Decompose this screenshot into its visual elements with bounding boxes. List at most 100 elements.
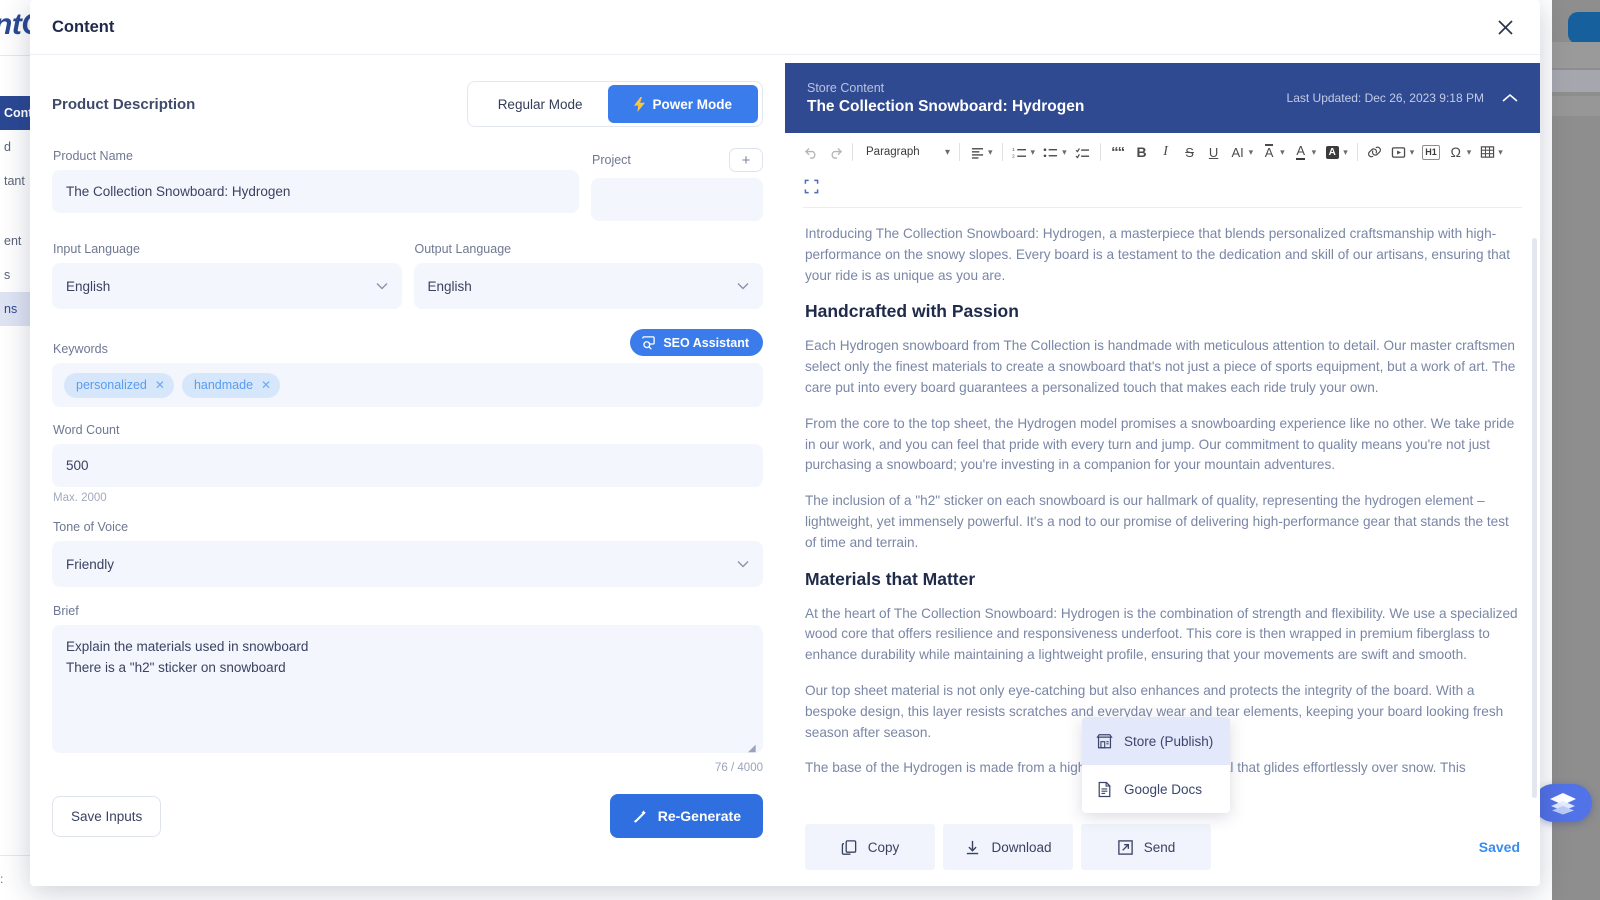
- copy-button[interactable]: Copy: [805, 824, 935, 870]
- font-family-icon[interactable]: A: [1257, 139, 1281, 165]
- word-count-label: Word Count: [53, 423, 120, 437]
- tone-of-voice-value: Friendly: [66, 556, 115, 572]
- font-family-caret-icon[interactable]: ▾: [1280, 147, 1289, 158]
- special-character-caret-icon[interactable]: ▾: [1467, 147, 1476, 158]
- regular-mode-button[interactable]: Regular Mode: [472, 85, 609, 123]
- project-field: Project +: [591, 148, 763, 221]
- ordered-list-icon[interactable]: 1 2: [1008, 139, 1032, 165]
- keywords-field: Keywords SEO Assistant personalized ✕ ha…: [52, 326, 763, 407]
- download-button[interactable]: Download: [943, 824, 1073, 870]
- product-name-input[interactable]: [52, 170, 579, 213]
- special-character-icon[interactable]: Ω: [1444, 139, 1468, 165]
- layers-fab-button[interactable]: [1534, 784, 1592, 822]
- chevron-down-icon: [376, 282, 388, 290]
- table-caret-icon[interactable]: ▾: [1498, 147, 1507, 158]
- keyword-chip[interactable]: personalized ✕: [64, 372, 174, 398]
- form-section-title: Product Description: [52, 95, 196, 113]
- media-icon[interactable]: [1387, 139, 1411, 165]
- table-icon[interactable]: [1475, 139, 1499, 165]
- output-language-value: English: [427, 278, 472, 294]
- chevron-up-icon[interactable]: [1502, 93, 1518, 103]
- form-actions: Save Inputs Re-Generate: [52, 794, 763, 838]
- todo-list-icon[interactable]: [1071, 139, 1095, 165]
- content-heading: Handcrafted with Passion: [805, 301, 1019, 322]
- keyword-chip[interactable]: handmade ✕: [181, 372, 281, 398]
- output-language-select[interactable]: English: [413, 263, 763, 309]
- power-mode-label: Power Mode: [652, 96, 732, 112]
- brief-field: Brief Explain the materials used in snow…: [52, 604, 763, 774]
- brief-textarea[interactable]: Explain the materials used in snowboard …: [52, 625, 763, 753]
- input-form-panel: Product Description Regular Mode Power M…: [30, 55, 785, 886]
- background-row-3: [1552, 96, 1600, 116]
- save-inputs-label: Save Inputs: [71, 808, 143, 824]
- link-icon[interactable]: [1363, 139, 1387, 165]
- page-title: Content: [52, 17, 115, 36]
- align-left-icon[interactable]: [965, 139, 989, 165]
- close-icon[interactable]: [1492, 14, 1518, 40]
- keyword-chip-label: personalized: [76, 378, 147, 392]
- product-name-field: Product Name: [52, 149, 579, 221]
- background-pill-button[interactable]: [1568, 12, 1600, 44]
- word-count-field: Word Count Max. 2000: [52, 423, 763, 504]
- project-input[interactable]: [591, 178, 763, 221]
- redo-icon[interactable]: [823, 139, 847, 165]
- tone-of-voice-select[interactable]: Friendly: [52, 541, 763, 587]
- block-format-select[interactable]: Paragraph ▾: [858, 139, 954, 165]
- input-language-select[interactable]: English: [52, 263, 402, 309]
- seo-search-icon: [641, 335, 656, 350]
- regenerate-button[interactable]: Re-Generate: [609, 794, 763, 838]
- fullscreen-icon[interactable]: [799, 173, 823, 199]
- remove-keyword-icon[interactable]: ✕: [261, 378, 271, 392]
- chevron-down-icon: ▾: [944, 146, 950, 158]
- brief-character-counter: 76 / 4000: [715, 762, 763, 774]
- background-color-icon[interactable]: A: [1320, 139, 1344, 165]
- blockquote-icon[interactable]: ““: [1106, 139, 1130, 165]
- bullet-list-caret-icon[interactable]: ▾: [1062, 147, 1071, 158]
- strikethrough-icon[interactable]: S: [1178, 139, 1202, 165]
- text-color-caret-icon[interactable]: ▾: [1312, 147, 1321, 158]
- text-color-icon[interactable]: A: [1289, 139, 1313, 165]
- keyword-chip-label: handmade: [193, 378, 254, 392]
- keywords-input-area[interactable]: personalized ✕ handmade ✕: [52, 363, 763, 407]
- background-color-caret-icon[interactable]: ▾: [1343, 147, 1352, 158]
- layers-icon: [1548, 791, 1578, 815]
- mode-toggle-group: Regular Mode Power Mode: [466, 81, 763, 127]
- word-count-input[interactable]: [52, 444, 763, 487]
- underline-icon[interactable]: U: [1202, 139, 1226, 165]
- font-size-icon[interactable]: AI: [1226, 139, 1250, 165]
- chevron-down-icon: [737, 282, 749, 290]
- document-title: The Collection Snowboard: Hydrogen: [807, 97, 1085, 115]
- content-paragraph: From the core to the top sheet, the Hydr…: [805, 415, 1515, 473]
- download-label: Download: [991, 839, 1052, 855]
- document-scrollbar[interactable]: [1532, 238, 1537, 798]
- save-inputs-button[interactable]: Save Inputs: [52, 795, 162, 837]
- italic-icon[interactable]: I: [1154, 139, 1178, 165]
- power-mode-button[interactable]: Power Mode: [608, 85, 758, 123]
- export-option-store[interactable]: Store (Publish): [1082, 717, 1230, 765]
- align-dropdown-caret-icon[interactable]: ▾: [988, 147, 997, 158]
- plus-icon[interactable]: +: [729, 148, 763, 172]
- export-dropdown-menu: Store (Publish) Google Docs: [1082, 717, 1230, 813]
- seo-assistant-button[interactable]: SEO Assistant: [630, 329, 763, 356]
- font-size-caret-icon[interactable]: ▾: [1249, 147, 1258, 158]
- export-option-google-docs[interactable]: Google Docs: [1082, 765, 1230, 813]
- document-footer: Copy Download Send Saved: [785, 814, 1540, 886]
- regular-mode-label: Regular Mode: [497, 96, 583, 112]
- seo-assistant-label: SEO Assistant: [663, 335, 749, 350]
- last-updated-text: Last Updated: Dec 26, 2023 9:18 PM: [1286, 91, 1484, 105]
- editor-toolbar: Paragraph ▾ ▾ 1 2 ▾ ▾ ““ B I S U AI ▾ A …: [785, 133, 1540, 203]
- undo-icon[interactable]: [799, 139, 823, 165]
- bullet-list-icon[interactable]: [1039, 139, 1063, 165]
- send-label: Send: [1143, 839, 1176, 855]
- ordered-list-caret-icon[interactable]: ▾: [1031, 147, 1040, 158]
- remove-keyword-icon[interactable]: ✕: [155, 378, 165, 392]
- modal-header: Content: [30, 0, 1540, 55]
- bold-icon[interactable]: B: [1130, 139, 1154, 165]
- brief-label: Brief: [53, 604, 79, 618]
- send-button[interactable]: Send: [1081, 824, 1211, 870]
- media-caret-icon[interactable]: ▾: [1410, 147, 1419, 158]
- regenerate-label: Re-Generate: [657, 808, 741, 824]
- send-icon: [1117, 839, 1134, 856]
- input-language-field: Input Language English: [52, 242, 402, 309]
- heading-icon[interactable]: H1: [1418, 139, 1444, 165]
